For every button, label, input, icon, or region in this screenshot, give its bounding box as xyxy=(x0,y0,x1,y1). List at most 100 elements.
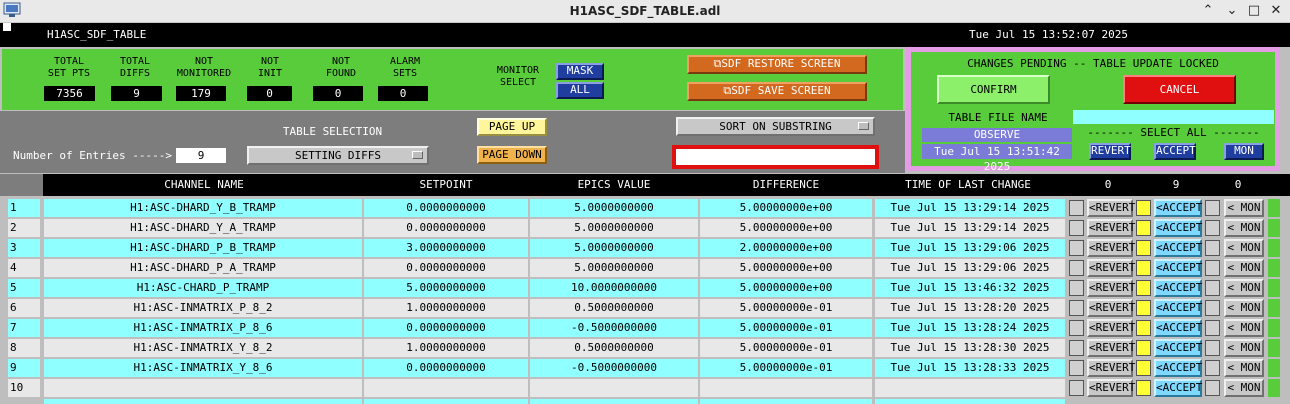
revert-checkbox[interactable] xyxy=(1069,260,1084,276)
sdf-save-button[interactable]: ⧉SDF SAVE SCREEN xyxy=(687,82,867,101)
revert-checkbox[interactable] xyxy=(1069,380,1084,396)
minimize-icon[interactable]: ⌄ xyxy=(1222,2,1242,20)
cancel-button[interactable]: CANCEL xyxy=(1123,75,1236,104)
row-mon-button[interactable]: < MON xyxy=(1224,299,1264,317)
revert-checkbox[interactable] xyxy=(1069,280,1084,296)
row-mon-button[interactable]: < MON xyxy=(1224,359,1264,377)
maximize-icon[interactable]: □ xyxy=(1244,2,1264,20)
mon-checkbox[interactable] xyxy=(1205,380,1220,396)
row-revert-button[interactable]: <REVERT xyxy=(1087,219,1135,237)
row-revert-button[interactable]: <REVERT xyxy=(1087,279,1135,297)
row-revert-button[interactable]: <REVERT xyxy=(1087,199,1135,217)
mon-checkbox[interactable] xyxy=(1205,340,1220,356)
row-revert-button[interactable]: <REVERT xyxy=(1087,319,1135,337)
accept-checkbox[interactable] xyxy=(1136,240,1151,256)
accept-checkbox[interactable] xyxy=(1136,260,1151,276)
row-accept-button[interactable]: <ACCEPT xyxy=(1154,339,1202,357)
row-accept-button[interactable]: <ACCEPT xyxy=(1154,279,1202,297)
revert-checkbox[interactable] xyxy=(1069,200,1084,216)
close-icon[interactable]: ✕ xyxy=(1266,2,1286,20)
difference-value xyxy=(700,379,872,396)
accept-checkbox[interactable] xyxy=(1136,200,1151,216)
table-row: 7 H1:ASC-INMATRIX_P_8_6 0.0000000000 -0.500… xyxy=(0,318,1290,338)
table-row: 8 H1:ASC-INMATRIX_Y_8_2 1.0000000000 0.5000… xyxy=(0,338,1290,358)
row-mon-button[interactable]: < MON xyxy=(1224,339,1264,357)
accept-checkbox[interactable] xyxy=(1136,220,1151,236)
accept-checkbox[interactable] xyxy=(1136,280,1151,296)
mon-checkbox[interactable] xyxy=(1205,240,1220,256)
row-mon-button[interactable]: < MON xyxy=(1224,319,1264,337)
table-selection-dropdown[interactable]: SETTING DIFFS xyxy=(247,146,429,165)
row-number: 3 xyxy=(10,241,17,254)
channel-name: H1:ASC-INMATRIX_Y_8_2 xyxy=(133,341,273,354)
collapse-icon[interactable]: ⌃ xyxy=(1198,2,1218,20)
status-indicator xyxy=(1268,359,1280,377)
row-revert-button[interactable]: <REVERT xyxy=(1087,239,1135,257)
row-number: 9 xyxy=(10,361,17,374)
row-revert-button[interactable]: <REVERT xyxy=(1087,359,1135,377)
page-up-button[interactable]: PAGE UP xyxy=(477,118,547,136)
mon-checkbox[interactable] xyxy=(1205,220,1220,236)
setpoint-value: 3.0000000000 xyxy=(406,241,486,254)
row-mon-button[interactable]: < MON xyxy=(1224,199,1264,217)
revert-checkbox[interactable] xyxy=(1069,240,1084,256)
revert-checkbox[interactable] xyxy=(1069,340,1084,356)
difference-value: 5.00000000e+00 xyxy=(739,261,833,274)
row-accept-button[interactable]: <ACCEPT xyxy=(1154,359,1202,377)
epics-value: -0.5000000000 xyxy=(570,361,658,374)
col-setpoint: SETPOINT xyxy=(419,178,473,191)
epics-value: 0.5000000000 xyxy=(574,341,654,354)
mon-checkbox[interactable] xyxy=(1205,300,1220,316)
accept-checkbox[interactable] xyxy=(1136,380,1151,396)
row-mon-button[interactable]: < MON xyxy=(1224,279,1264,297)
row-accept-button[interactable]: <ACCEPT xyxy=(1154,259,1202,277)
revert-checkbox[interactable] xyxy=(1069,320,1084,336)
accept-checkbox[interactable] xyxy=(1136,360,1151,376)
accept-all-button[interactable]: ACCEPT xyxy=(1154,143,1196,160)
row-mon-button[interactable]: < MON xyxy=(1224,219,1264,237)
difference-value: 5.00000000e-01 xyxy=(739,361,833,374)
row-number: 5 xyxy=(10,281,17,294)
row-revert-button[interactable]: <REVERT xyxy=(1087,259,1135,277)
channel-name: H1:ASC-DHARD_P_A_TRAMP xyxy=(130,261,276,274)
col-time: TIME OF LAST CHANGE xyxy=(905,178,1031,191)
sort-dropdown[interactable]: SORT ON SUBSTRING xyxy=(676,117,875,136)
header-bar: H1ASC_SDF_TABLE Tue Jul 15 13:52:07 2025 xyxy=(0,23,1290,47)
row-revert-button[interactable]: <REVERT xyxy=(1087,339,1135,357)
row-accept-button[interactable]: <ACCEPT xyxy=(1154,299,1202,317)
row-accept-button[interactable]: <ACCEPT xyxy=(1154,199,1202,217)
all-button[interactable]: ALL xyxy=(556,82,604,99)
confirm-button[interactable]: CONFIRM xyxy=(937,75,1050,104)
revert-checkbox[interactable] xyxy=(1069,300,1084,316)
row-mon-button[interactable]: < MON xyxy=(1224,259,1264,277)
accept-checkbox[interactable] xyxy=(1136,340,1151,356)
counter-value: 0 xyxy=(313,86,363,101)
mon-checkbox[interactable] xyxy=(1205,280,1220,296)
setpoint-value: 1.0000000000 xyxy=(406,301,486,314)
row-accept-button[interactable]: <ACCEPT xyxy=(1154,219,1202,237)
row-accept-button[interactable]: <ACCEPT xyxy=(1154,379,1202,397)
row-revert-button[interactable]: <REVERT xyxy=(1087,299,1135,317)
row-mon-button[interactable]: < MON xyxy=(1224,239,1264,257)
mon-checkbox[interactable] xyxy=(1205,260,1220,276)
table-file-label: TABLE FILE NAME xyxy=(948,111,1048,124)
mask-button[interactable]: MASK xyxy=(556,63,604,80)
mon-checkbox[interactable] xyxy=(1205,360,1220,376)
row-number: 1 xyxy=(10,201,17,214)
substring-input[interactable] xyxy=(676,149,875,165)
revert-all-button[interactable]: REVERT xyxy=(1089,143,1131,160)
sdf-restore-button[interactable]: ⧉SDF RESTORE SCREEN xyxy=(687,55,867,74)
last-change-time: Tue Jul 15 13:28:30 2025 xyxy=(890,341,1050,354)
row-accept-button[interactable]: <ACCEPT xyxy=(1154,239,1202,257)
accept-checkbox[interactable] xyxy=(1136,320,1151,336)
row-accept-button[interactable]: <ACCEPT xyxy=(1154,319,1202,337)
revert-checkbox[interactable] xyxy=(1069,360,1084,376)
revert-checkbox[interactable] xyxy=(1069,220,1084,236)
mon-checkbox[interactable] xyxy=(1205,320,1220,336)
page-down-button[interactable]: PAGE DOWN xyxy=(477,146,547,164)
mon-checkbox[interactable] xyxy=(1205,200,1220,216)
accept-checkbox[interactable] xyxy=(1136,300,1151,316)
row-revert-button[interactable]: <REVERT xyxy=(1087,379,1135,397)
row-mon-button[interactable]: < MON xyxy=(1224,379,1264,397)
mon-all-button[interactable]: MON xyxy=(1224,143,1264,160)
